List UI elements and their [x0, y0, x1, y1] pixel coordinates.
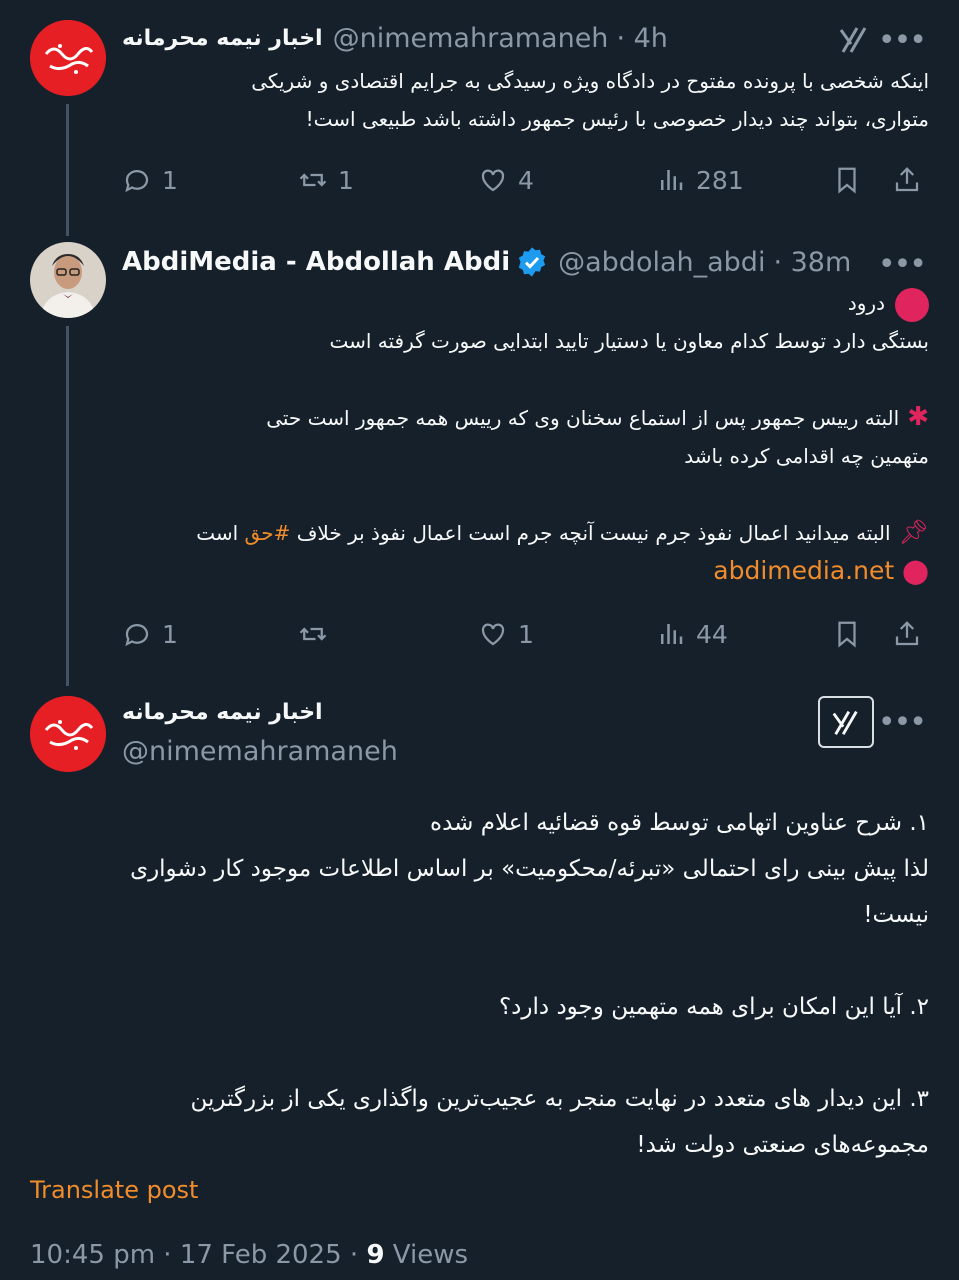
thread-line-1 [66, 104, 69, 236]
tweet-text: است [196, 521, 239, 545]
tweet-line: درود [122, 284, 929, 322]
post-line: ۱. شرح عناوین اتهامی توسط قوه قضائیه اعل… [430, 810, 929, 836]
post-line: مجموعه‌های صنعتی دولت شد! [636, 1132, 929, 1158]
more-icon[interactable]: ••• [878, 708, 927, 738]
repost-icon [299, 173, 327, 187]
like-count: 4 [518, 165, 534, 195]
red-circle-icon [895, 287, 929, 322]
tweet-header: AbdiMedia - Abdollah Abdi @abdolah_abdi … [122, 242, 929, 282]
author-handle[interactable]: @nimemahramaneh [333, 23, 609, 54]
grok-button[interactable] [818, 696, 874, 748]
tweet-text: البته رییس جمهور پس از استماع سخنان وی ک… [266, 406, 900, 430]
round-pushpin-icon: ⬤ [902, 557, 929, 585]
tweet-body: درود بستگی دارد توسط کدام معاون یا دستیا… [122, 284, 929, 591]
hashtag-link[interactable]: #حق [245, 521, 291, 545]
like-count: 1 [518, 619, 534, 649]
avatar[interactable] [30, 242, 106, 318]
empty-line [30, 1030, 929, 1076]
bookmark-button[interactable] [832, 614, 862, 654]
views-icon [661, 170, 683, 190]
post-meta: 10:45 pm · 17 Feb 2025 · 9 Views [30, 1240, 468, 1270]
heart-icon [481, 623, 505, 646]
reply-icon [125, 170, 149, 193]
tweet-text: البته میدانید اعمال نفوذ جرم نیست آنچه ج… [296, 521, 891, 545]
views-count: 44 [696, 619, 728, 649]
views-button[interactable]: 281 [656, 160, 744, 200]
greeting-text: درود [847, 291, 885, 315]
action-bar: 1 1 4 281 [122, 160, 929, 200]
tweet-line: ✱ البته رییس جمهور پس از استماع سخنان وی … [122, 398, 929, 437]
anger-icon: ✱ [907, 402, 929, 432]
more-icon[interactable]: ••• [878, 26, 927, 56]
bookmark-icon [838, 621, 856, 648]
empty-line [30, 938, 929, 984]
grok-icon [832, 710, 858, 735]
post-time[interactable]: · 4h [616, 23, 667, 54]
empty-line [122, 475, 929, 513]
tweet-line: بستگی دارد توسط کدام معاون یا دستیار تای… [329, 329, 929, 353]
views-count: 281 [696, 165, 744, 195]
share-icon [895, 167, 919, 192]
views-count: 9 [366, 1240, 385, 1270]
reply-count: 1 [162, 619, 178, 649]
tweet-line: 📌︎ البته میدانید اعمال نفوذ جرم نیست آنچه… [122, 513, 929, 552]
heart-icon [481, 169, 505, 192]
author-handle[interactable]: @nimemahramaneh [122, 736, 398, 767]
reply-button[interactable]: 1 [122, 160, 178, 200]
repost-count: 1 [338, 165, 354, 195]
avatar[interactable] [30, 696, 106, 772]
tweet-line: ⬤ abdimedia.net [122, 552, 929, 591]
views-button[interactable]: 44 [656, 614, 728, 654]
post-line: لذا پیش بینی رای احتمالی «تبرئه/محکومیت»… [130, 856, 929, 882]
post-timestamp[interactable]: 10:45 pm · 17 Feb 2025 · [30, 1240, 366, 1270]
post-line: ۲. آیا این امکان برای همه متهمین وجود دا… [498, 994, 929, 1020]
bookmark-button[interactable] [832, 160, 862, 200]
reply-button[interactable]: 1 [122, 614, 178, 654]
share-button[interactable] [892, 160, 922, 200]
views-icon [661, 624, 683, 644]
author-name[interactable]: اخبار نیمه محرمانه [122, 26, 323, 51]
like-button[interactable]: 4 [478, 160, 534, 200]
tweet-line: متهمین چه اقدامی کرده باشد [684, 444, 929, 468]
post-line: ۳. این دیدار های متعدد در نهایت منجر به … [190, 1086, 930, 1112]
repost-icon [299, 627, 327, 641]
action-bar: 1 1 44 [122, 614, 929, 654]
tweet-header: اخبار نیمه محرمانه @nimemahramaneh · 4h [122, 18, 929, 58]
like-button[interactable]: 1 [478, 614, 534, 654]
reply-icon [125, 624, 149, 647]
author-name[interactable]: اخبار نیمه محرمانه [122, 700, 323, 725]
verified-badge-icon [518, 247, 546, 277]
translate-post-link[interactable]: Translate post [30, 1176, 198, 1204]
share-button[interactable] [892, 614, 922, 654]
pushpin-icon: 📌︎ [898, 518, 929, 546]
share-icon [895, 621, 919, 646]
views-label: Views [384, 1240, 469, 1270]
reply-count: 1 [162, 165, 178, 195]
empty-line [122, 360, 929, 398]
tweet-line: اینکه شخصی با پرونده مفتوح در دادگاه ویژ… [251, 69, 929, 93]
avatar[interactable] [30, 20, 106, 96]
more-icon[interactable]: ••• [878, 250, 927, 280]
thread-line-2 [66, 326, 69, 686]
tweet-body: اینکه شخصی با پرونده مفتوح در دادگاه ویژ… [122, 62, 929, 138]
repost-button[interactable]: 1 [298, 160, 354, 200]
bookmark-icon [838, 167, 856, 194]
author-name[interactable]: AbdiMedia - Abdollah Abdi [122, 247, 510, 277]
author-handle[interactable]: @abdolah_abdi [558, 247, 765, 278]
external-link[interactable]: abdimedia.net [713, 556, 894, 585]
grok-icon[interactable] [837, 22, 871, 60]
post-time[interactable]: · 38m [773, 247, 851, 278]
post-line: نیست! [863, 902, 929, 928]
tweet-line: متواری، بتواند چند دیدار خصوصی با رئیس ج… [305, 107, 929, 131]
post-body: ۱. شرح عناوین اتهامی توسط قوه قضائیه اعل… [30, 800, 929, 1168]
repost-button[interactable] [298, 614, 338, 654]
